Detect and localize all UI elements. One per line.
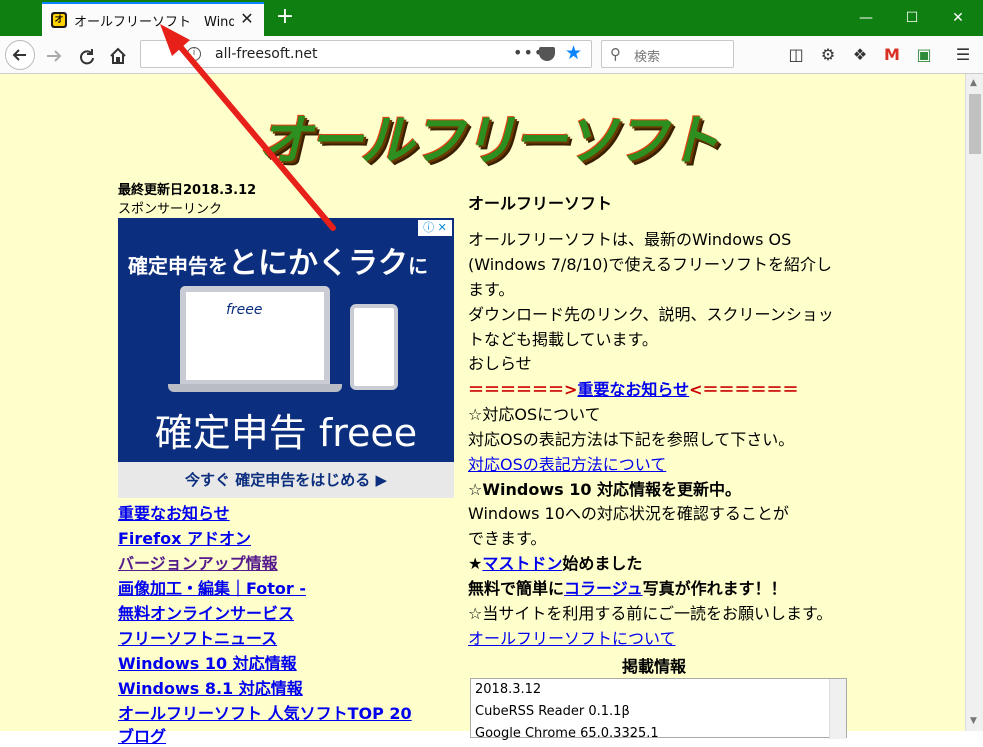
intro-line-2: (Windows 7/8/10)で使えるフリーソフトを紹介し [468, 255, 833, 274]
new-tab-button[interactable]: + [272, 4, 298, 30]
os-desc-text: 対応OSの表記方法は下記を参照して下さい。 [468, 430, 795, 449]
left-link-important[interactable]: 重要なお知らせ [118, 500, 230, 524]
minimize-icon[interactable]: — [843, 0, 889, 36]
please-read-text: ☆当サイトを利用する前にご一読をお願いします。 [468, 604, 833, 623]
sponsor-label: スポンサーリンク [118, 202, 223, 217]
news-heading: 掲載情報 [622, 657, 687, 676]
left-link-version-up[interactable]: バージョンアップ情報 [118, 550, 278, 574]
ad-big-text: 確定申告 freee [154, 411, 418, 455]
important-notice-link[interactable]: 重要なお知らせ [577, 380, 689, 399]
ad-headline: 確定申告をとにかくラクに [128, 246, 428, 281]
robot-icon[interactable]: ▣ [911, 42, 937, 68]
arrow-left-icon [12, 49, 26, 61]
tab-title: オールフリーソフト Windows 7･8･ [74, 15, 234, 30]
news-list-box[interactable]: 2018.3.12 CubeRSS Reader 0.1.1β Google C… [470, 678, 847, 741]
news-scrollbar[interactable] [829, 679, 846, 739]
home-button[interactable] [104, 42, 132, 70]
url-text[interactable]: all-freesoft.net [215, 46, 317, 62]
left-link-fotor[interactable]: 画像加工・編集｜Fotor - [118, 575, 306, 599]
home-icon [110, 47, 126, 64]
pocket-icon[interactable] [539, 47, 555, 61]
search-placeholder[interactable]: 検索 [634, 46, 660, 65]
important-notice-row: ＝＝＝＝＝＝>重要なお知らせ<＝＝＝＝＝＝ [468, 380, 799, 399]
gmail-icon[interactable]: M [879, 42, 905, 68]
ad-banner[interactable]: ⓘ ✕ 確定申告をとにかくラクに freee 確定申告 freee 今すぐ 確定… [118, 218, 454, 498]
tab-bar: オ オールフリーソフト Windows 7･8･ ✕ + — ☐ ✕ [0, 0, 983, 36]
left-link-online-service[interactable]: 無料オンラインサービス [118, 600, 294, 624]
arrow-right-icon [47, 50, 62, 62]
about-site-link[interactable]: オールフリーソフトについて [468, 625, 676, 649]
os-notation-link[interactable]: 対応OSの表記方法について [468, 451, 666, 475]
search-bar[interactable]: ⚲ 検索 [601, 40, 734, 68]
page-scrollbar[interactable]: ▲ ▼ [965, 74, 983, 731]
left-link-freesoft-news[interactable]: フリーソフトニュース [118, 625, 277, 649]
window-close-icon[interactable]: ✕ [935, 0, 981, 36]
bookmark-star-icon[interactable]: ★ [565, 42, 582, 64]
ad-brand: freee [226, 302, 263, 318]
main-heading: オールフリーソフト [468, 194, 613, 213]
win10-update-text: ☆Windows 10 対応情報を更新中。 [468, 480, 742, 499]
puzzle-icon[interactable]: ❖ [847, 42, 873, 68]
site-info-icon[interactable]: i [187, 47, 201, 61]
mastodon-link[interactable]: マストドン [482, 554, 562, 573]
intro-line-5: トなども掲載しています。 [468, 330, 658, 349]
win10-desc-line-2: できます。 [468, 529, 547, 548]
ad-cta-button[interactable]: 今すぐ 確定申告をはじめる ▶ [118, 462, 454, 498]
list-item[interactable]: CubeRSS Reader 0.1.1β [471, 701, 846, 723]
intro-line-4: ダウンロード先のリンク、説明、スクリーンショッ [468, 305, 834, 324]
navigation-bar: i all-freesoft.net ••• ★ ⚲ 検索 ◫ ⚙ ❖ M ▣ … [0, 36, 983, 74]
left-link-top20[interactable]: オールフリーソフト 人気ソフトTOP 20 [118, 700, 412, 724]
menu-icon[interactable]: ☰ [950, 42, 976, 68]
site-logo[interactable]: オールフリーソフト [258, 96, 720, 175]
notice-label: おしらせ [468, 354, 532, 373]
last-updated: 最終更新日2018.3.12 [118, 183, 257, 198]
browser-tab[interactable]: オ オールフリーソフト Windows 7･8･ ✕ [42, 2, 264, 36]
maximize-icon[interactable]: ☐ [889, 0, 935, 36]
collage-link[interactable]: コラージュ [564, 579, 643, 598]
laptop-illustration: freee [180, 286, 330, 386]
reload-icon [80, 49, 94, 65]
back-button[interactable] [5, 40, 35, 70]
reload-button[interactable] [73, 42, 101, 70]
phone-illustration [350, 304, 398, 390]
url-bar[interactable]: i all-freesoft.net ••• ★ [140, 40, 592, 68]
ad-info-icon[interactable]: ⓘ ✕ [418, 220, 452, 236]
win10-desc-line-1: Windows 10への対応状況を確認することが [468, 504, 789, 523]
forward-button[interactable] [40, 42, 68, 70]
left-link-firefox-addon[interactable]: Firefox アドオン [118, 525, 251, 549]
left-link-win10[interactable]: Windows 10 対応情報 [118, 650, 297, 674]
collage-row: 無料で簡単にコラージュ写真が作れます！！ [468, 579, 787, 598]
site-favicon-icon: オ [51, 12, 67, 28]
search-icon: ⚲ [610, 45, 621, 63]
tab-close-icon[interactable]: ✕ [238, 10, 256, 28]
list-item[interactable]: Google Chrome 65.0.3325.1 [471, 723, 846, 745]
intro-line-1: オールフリーソフトは、最新のWindows OS [468, 230, 792, 249]
mastodon-row: ★マストドン始めました [468, 554, 643, 573]
os-star-text: ☆対応OSについて [468, 405, 601, 424]
intro-line-3: ます。 [468, 280, 515, 299]
gear-icon[interactable]: ⚙ [815, 42, 841, 68]
left-link-win81[interactable]: Windows 8.1 対応情報 [118, 675, 303, 699]
left-link-blog[interactable]: ブログ [118, 723, 166, 747]
list-item[interactable]: 2018.3.12 [471, 679, 846, 701]
sidebar-icon[interactable]: ◫ [783, 42, 809, 68]
